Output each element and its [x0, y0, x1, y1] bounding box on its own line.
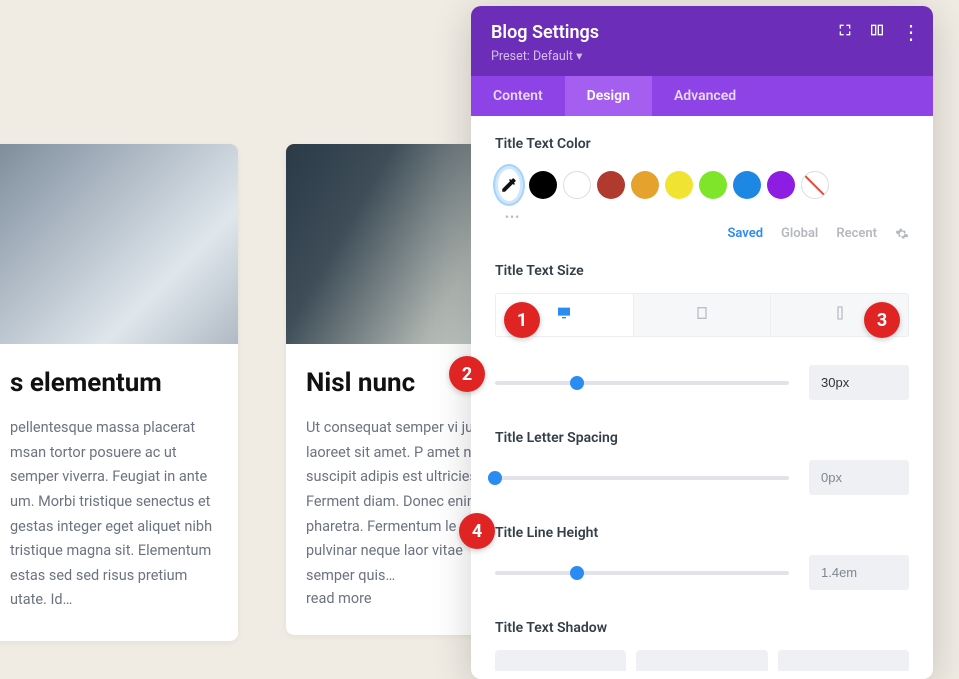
annotation-badge-1: 1 [504, 302, 540, 338]
panel-header: Blog Settings Preset: Default ▾ ⋮ [471, 6, 933, 76]
line-height-slider[interactable] [495, 571, 789, 575]
swatch-black[interactable] [529, 171, 557, 199]
preset-selector[interactable]: Preset: Default ▾ [491, 48, 913, 64]
swatch-more[interactable]: ••• [505, 210, 909, 224]
card-image [0, 144, 238, 344]
card-title: s elementum [10, 368, 218, 398]
line-height-input[interactable] [809, 555, 909, 590]
swatch-blue[interactable] [733, 171, 761, 199]
annotation-badge-3: 3 [864, 302, 900, 338]
device-tablet[interactable] [634, 294, 772, 336]
device-tabs [495, 293, 909, 337]
title-color-label: Title Text Color [495, 136, 909, 152]
title-size-input[interactable] [809, 365, 909, 400]
swatch-purple[interactable] [767, 171, 795, 199]
swatch-green[interactable] [699, 171, 727, 199]
title-size-label: Title Text Size [495, 263, 909, 279]
columns-icon[interactable] [869, 22, 885, 42]
tab-advanced[interactable]: Advanced [652, 76, 758, 116]
letter-spacing-label: Title Letter Spacing [495, 430, 909, 446]
tab-design[interactable]: Design [565, 76, 652, 116]
panel-body: Title Text Color ••• Saved Global Recent… [471, 116, 933, 671]
panel-tabs: Content Design Advanced [471, 76, 933, 116]
settings-panel: Blog Settings Preset: Default ▾ ⋮ Conten… [471, 6, 933, 679]
annotation-badge-2: 2 [449, 356, 485, 392]
swatch-red[interactable] [597, 171, 625, 199]
swatch-tab-recent[interactable]: Recent [836, 226, 877, 241]
shadow-none[interactable] [495, 650, 626, 671]
tab-content[interactable]: Content [471, 76, 565, 116]
swatch-white[interactable] [563, 171, 591, 199]
annotation-badge-4: 4 [459, 513, 495, 549]
card-excerpt: pellentesque massa placerat msan tortor … [10, 416, 218, 613]
fullscreen-icon[interactable] [837, 22, 853, 42]
title-size-slider[interactable] [495, 381, 789, 385]
gear-icon[interactable] [895, 227, 909, 241]
blog-card: s elementum pellentesque massa placerat … [0, 144, 238, 641]
swatch-tab-saved[interactable]: Saved [727, 226, 763, 241]
color-picker-icon[interactable] [495, 166, 523, 204]
line-height-label: Title Line Height [495, 525, 909, 541]
swatch-yellow[interactable] [665, 171, 693, 199]
swatch-none[interactable] [801, 171, 829, 199]
color-swatches [495, 166, 909, 204]
text-shadow-label: Title Text Shadow [495, 620, 909, 636]
letter-spacing-input[interactable] [809, 460, 909, 495]
swatch-orange[interactable] [631, 171, 659, 199]
letter-spacing-slider[interactable] [495, 476, 789, 480]
shadow-preset-2[interactable]: aA [778, 650, 909, 671]
shadow-preset-1[interactable]: aA [636, 650, 767, 671]
swatch-tab-global[interactable]: Global [781, 226, 818, 241]
